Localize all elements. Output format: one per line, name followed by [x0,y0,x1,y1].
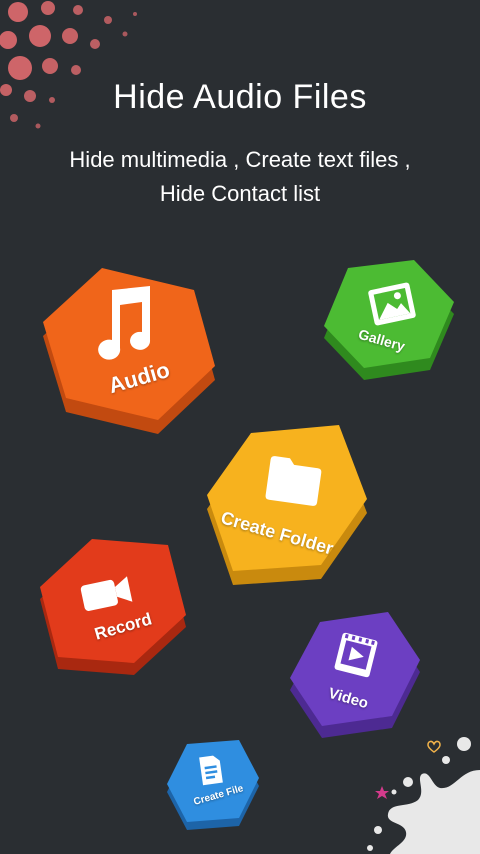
page-title: Hide Audio Files [113,78,367,116]
paint-splash-decoration [367,737,480,854]
create-file-tile[interactable]: Create File [165,740,259,832]
film-play-icon [334,632,378,678]
image-icon [368,282,416,326]
page-subtitle: Hide multimedia , Create text files , Hi… [20,143,460,211]
create-folder-tile[interactable]: Create Folder [205,425,367,587]
decorative-dots [0,1,137,129]
audio-tile[interactable]: Audio [40,262,215,437]
video-tile[interactable]: Video [288,612,420,746]
video-camera-icon [80,576,133,611]
music-note-icon [98,286,151,360]
app-screen: Hide Audio Files Hide multimedia , Creat… [0,0,480,854]
document-icon [199,755,223,786]
subtitle-line-1: Hide multimedia , Create text files , [69,147,411,172]
create-folder-hex-shape [207,425,367,585]
folder-icon [265,456,322,506]
subtitle-line-2: Hide Contact list [159,181,321,206]
record-tile[interactable]: Record [38,535,186,683]
gallery-tile[interactable]: Gallery [322,260,454,387]
